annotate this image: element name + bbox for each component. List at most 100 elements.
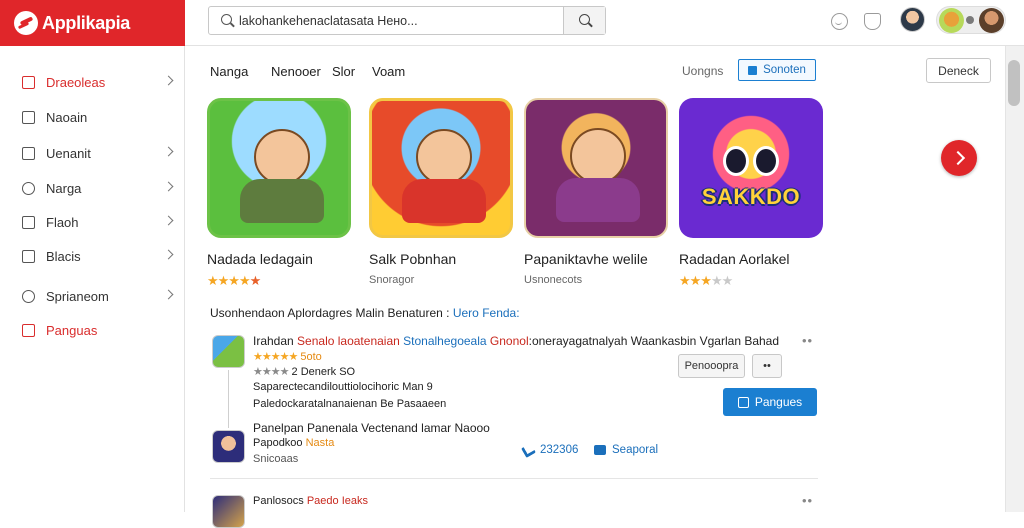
sidebar-item-uenanit[interactable]: Uenanit [0, 138, 184, 168]
post-author[interactable]: Panlosocs [253, 495, 304, 507]
top-bar: Applikapia [0, 0, 1024, 46]
star-icon: ★ [249, 273, 262, 288]
monster-icon [719, 146, 783, 176]
app-card[interactable]: SAKKDO Radadan Aorlakel ★★★★★ [679, 98, 829, 288]
chevron-right-icon [163, 75, 174, 86]
app-thumbnail[interactable] [369, 98, 513, 238]
post-link[interactable]: Stonalhegoeala [403, 334, 486, 348]
post-body: Paledockaratalnanaienan Be Pasaaeen [253, 398, 447, 410]
post-tag[interactable]: Gnonol [490, 334, 529, 348]
sidebar-item-label: Panguas [46, 322, 98, 338]
shield-icon[interactable] [864, 13, 881, 30]
section-title-highlight[interactable]: Uero Fenda: [453, 306, 520, 320]
app-card[interactable]: Nadada ledagain ★★★★★ [207, 98, 357, 288]
highlight-button-label: Sonoten [763, 64, 806, 76]
sidebar-item-label: Naoain [46, 109, 88, 125]
post-header: Panlosocs Paedo Ieaks [253, 495, 368, 507]
sidebar-item-label: Blacis [46, 248, 81, 264]
user-avatar[interactable] [900, 7, 925, 32]
scrollbar-thumb[interactable] [1008, 60, 1020, 106]
sidebar-item-draeoleas[interactable]: Draeoleas [0, 67, 184, 97]
share-button[interactable]: Seaporal [594, 444, 658, 456]
post-body: Snicoaas [253, 453, 299, 465]
meta-text: 2 Denerk SO [291, 366, 356, 378]
post-author-line: Papodkoo Nasta [253, 437, 334, 449]
post-body: Saparectecandilouttiolocihoric Man 9 [253, 381, 433, 393]
scrollbar[interactable] [1005, 46, 1024, 512]
sidebar-item-blacis[interactable]: Blacis [0, 241, 184, 271]
search-input[interactable] [239, 7, 563, 34]
square-icon [22, 75, 35, 89]
app-thumbnail[interactable]: SAKKDO [679, 98, 823, 238]
game-logo: SAKKDO [701, 184, 801, 209]
sidebar-item-sprianeom[interactable]: Sprianeom [0, 281, 184, 311]
comment-icon [594, 445, 606, 455]
chevron-right-icon [163, 215, 174, 226]
sidebar-item-label: Draeoleas [46, 74, 106, 90]
app-thumbnail[interactable] [524, 98, 668, 238]
character-body-icon [240, 179, 324, 223]
like-icon [520, 442, 537, 458]
brand-name: Applikapia [42, 12, 131, 33]
avatar-group[interactable] [936, 6, 1006, 34]
tab-nenooer[interactable]: Nenooer [271, 64, 321, 79]
tab-slor[interactable]: Slor [332, 64, 355, 79]
app-card[interactable]: Papaniktavhe welile Usnonecots [524, 98, 674, 286]
secondary-button[interactable]: Penooopra [678, 354, 745, 378]
sidebar-item-panguas[interactable]: Panguas [0, 315, 184, 345]
card-subtitle: Snoragor [369, 274, 415, 286]
search-bar [208, 6, 606, 35]
post-author[interactable]: Irahdan [253, 334, 294, 348]
like-button[interactable]: 232306 [520, 442, 579, 458]
sidebar-item-flaoh[interactable]: Flaoh [0, 207, 184, 237]
filter-link[interactable]: Uongns [682, 64, 723, 78]
primary-button[interactable]: Pangues [723, 388, 817, 416]
post-author[interactable]: Papodkoo [253, 437, 303, 449]
right-button[interactable]: Deneck [926, 58, 991, 83]
character-icon [254, 129, 310, 185]
more-button[interactable]: •• [752, 354, 782, 378]
sidebar-item-naoain[interactable]: Naoain [0, 102, 184, 132]
post-tag[interactable]: Senalo laoatenaian [297, 334, 400, 348]
chevron-right-icon [163, 146, 174, 157]
globe-icon [22, 181, 35, 195]
post-rating: ★★★★★ 5oto [253, 350, 322, 363]
character-body-icon [556, 178, 640, 222]
sidebar-item-label: Uenanit [46, 145, 91, 161]
star-rating: ★★★★★ [679, 273, 733, 289]
grid-icon [22, 249, 35, 263]
status-dot-icon [966, 16, 974, 24]
sidebar-item-narga[interactable]: Narga [0, 173, 184, 203]
share-label: Seaporal [612, 444, 659, 456]
post-tag[interactable]: Paedo Ieaks [307, 495, 368, 507]
search-button[interactable] [563, 7, 605, 34]
app-thumbnail[interactable] [207, 98, 351, 238]
thread-line [228, 370, 229, 428]
like-count: 232306 [540, 444, 579, 456]
settings-icon [22, 289, 35, 303]
tab-voam[interactable]: Voam [372, 64, 405, 79]
star-icon: ★★★★ [253, 366, 289, 378]
brand[interactable]: Applikapia [0, 0, 185, 46]
post-header: Panelpan Panenala Vectenand lamar Naooo [253, 421, 490, 435]
document-icon [22, 110, 35, 124]
more-options-icon[interactable]: •• [802, 333, 813, 348]
app-card[interactable]: Salk Pobnhan Snoragor [369, 98, 519, 286]
emoji-icon[interactable] [831, 13, 848, 30]
star-icon: ★★★★★ [253, 351, 298, 363]
post-tag[interactable]: Nasta [306, 437, 335, 449]
chevron-right-icon [163, 289, 174, 300]
primary-button-label: Pangues [754, 395, 803, 409]
rating-value: 5oto [300, 351, 322, 363]
tab-nanga[interactable]: Nanga [210, 64, 248, 79]
post-avatar[interactable] [212, 430, 245, 463]
card-title: Papaniktavhe welile [524, 251, 648, 267]
post-header: Irahdan Senalo laoatenaian Stonalhegoeal… [253, 334, 779, 348]
divider [210, 478, 818, 479]
highlight-button[interactable]: Sonoten [738, 59, 816, 81]
play-icon [748, 65, 758, 75]
post-avatar[interactable] [212, 335, 245, 368]
more-options-icon[interactable]: •• [802, 493, 813, 508]
star-icon: ★★★★ [207, 273, 251, 288]
next-arrow-button[interactable] [941, 140, 977, 176]
